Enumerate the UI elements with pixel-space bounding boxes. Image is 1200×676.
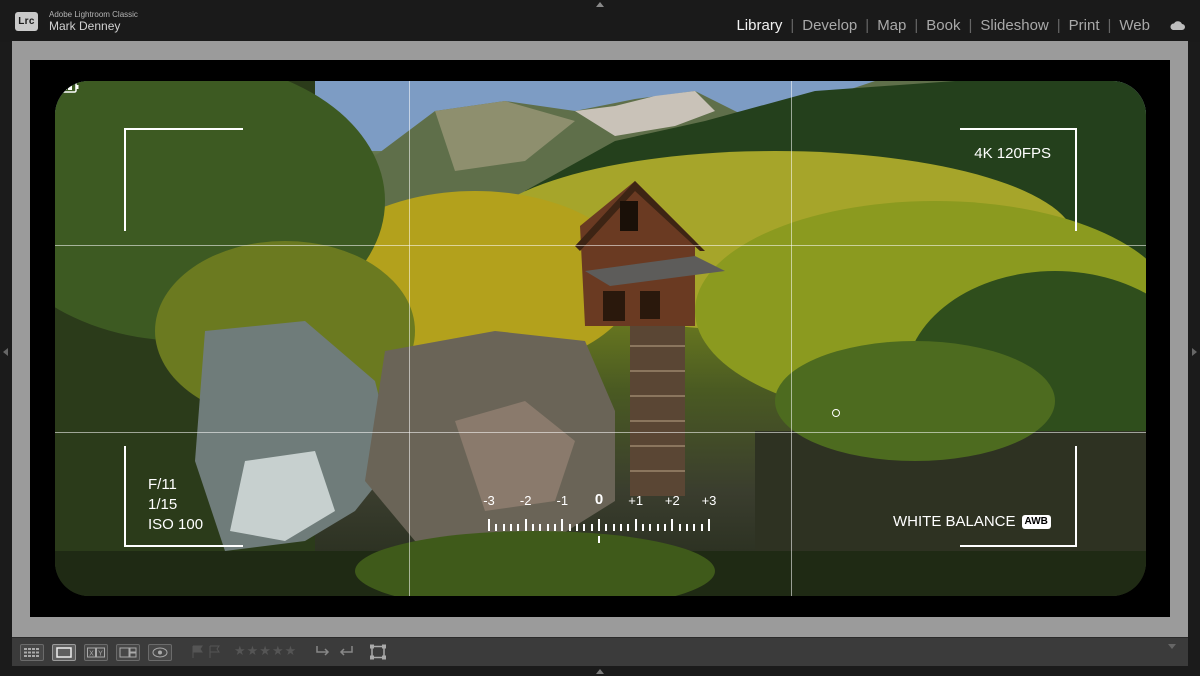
exposure-tick xyxy=(590,524,593,531)
exif-readout: F/11 1/15 ISO 100 xyxy=(148,475,203,535)
survey-view-button[interactable] xyxy=(116,644,140,661)
exposure-tick xyxy=(656,524,659,531)
module-separator: | xyxy=(790,17,795,34)
svg-text:X: X xyxy=(89,651,94,658)
battery-icon xyxy=(55,81,79,93)
people-view-icon xyxy=(152,647,168,658)
module-book[interactable]: Book xyxy=(926,17,960,34)
module-library[interactable]: Library xyxy=(736,17,782,34)
loupe-view-button[interactable] xyxy=(52,644,76,661)
module-separator: | xyxy=(865,17,870,34)
iso-value: ISO 100 xyxy=(148,516,204,533)
rotate-right-icon[interactable] xyxy=(338,644,354,659)
exposure-tick xyxy=(561,519,564,531)
exposure-tick xyxy=(576,524,578,531)
exposure-scale-label: 0 xyxy=(594,491,604,508)
exposure-scale-label: -1 xyxy=(556,493,569,508)
focus-point-icon xyxy=(832,409,840,417)
exposure-tick xyxy=(627,524,630,531)
rating-stars[interactable]: ★★★★★ xyxy=(234,643,297,659)
people-view-button[interactable] xyxy=(148,644,172,661)
user-name: Mark Denney xyxy=(49,19,121,33)
exposure-tick xyxy=(693,524,696,531)
rotate-left-icon[interactable] xyxy=(315,644,331,659)
lightroom-logo: Lrc xyxy=(15,12,38,31)
module-separator: | xyxy=(914,17,919,34)
exposure-indicator xyxy=(598,536,600,543)
exposure-meter: -3 -2 -1 0 +1 +2 +3 xyxy=(479,491,719,547)
exposure-tick xyxy=(583,524,586,531)
module-map[interactable]: Map xyxy=(877,17,906,34)
exposure-tick xyxy=(649,524,652,531)
collapse-filmstrip-icon[interactable] xyxy=(596,669,604,674)
loupe-view-icon xyxy=(56,647,72,658)
exposure-tick xyxy=(546,524,549,531)
compare-view-icon: X Y xyxy=(87,647,105,658)
exposure-tick xyxy=(664,524,666,531)
collapse-top-panel-icon[interactable] xyxy=(596,2,604,7)
exposure-tick xyxy=(524,519,527,531)
compare-view-button[interactable]: X Y xyxy=(84,644,108,661)
module-separator: | xyxy=(1107,17,1112,34)
crop-overlay-icon[interactable] xyxy=(368,643,388,661)
exposure-tick xyxy=(510,524,512,531)
exposure-tick xyxy=(495,524,498,531)
exposure-tick xyxy=(642,524,644,531)
module-web[interactable]: Web xyxy=(1119,17,1150,34)
grid-view-button[interactable] xyxy=(20,644,44,661)
exposure-tick xyxy=(488,519,490,531)
aperture-value: F/11 xyxy=(148,476,177,493)
exposure-tick xyxy=(678,524,681,531)
module-print[interactable]: Print xyxy=(1069,17,1100,34)
module-separator: | xyxy=(968,17,973,34)
exposure-scale-label: -3 xyxy=(483,493,495,508)
exposure-tick xyxy=(700,524,703,531)
collapse-left-panel-icon[interactable] xyxy=(3,348,8,356)
module-develop[interactable]: Develop xyxy=(802,17,857,34)
photo-preview[interactable]: 4K 120FPS F/11 1/15 ISO 100 WHITE BALANC… xyxy=(55,81,1146,596)
awb-badge: AWB xyxy=(1021,514,1051,529)
exposure-tick xyxy=(612,524,615,531)
exposure-tick xyxy=(598,519,600,531)
exposure-tick xyxy=(539,524,542,531)
exposure-tick xyxy=(620,524,622,531)
photo-frame: 4K 120FPS F/11 1/15 ISO 100 WHITE BALANC… xyxy=(30,60,1170,617)
exposure-tick xyxy=(671,519,674,531)
module-slideshow[interactable]: Slideshow xyxy=(980,17,1048,34)
exposure-scale-label: +1 xyxy=(628,493,644,508)
exposure-scale-label: +3 xyxy=(701,493,717,508)
app-name: Adobe Lightroom Classic xyxy=(49,10,138,19)
shutter-value: 1/15 xyxy=(148,496,178,513)
flag-icon[interactable] xyxy=(192,645,204,659)
exposure-scale-label: -2 xyxy=(519,493,532,508)
exposure-tick xyxy=(502,524,505,531)
exposure-tick xyxy=(686,524,688,531)
video-mode-label: 4K 120FPS xyxy=(974,145,1051,162)
survey-view-icon xyxy=(119,647,137,658)
exposure-tick xyxy=(532,524,534,531)
svg-text:Y: Y xyxy=(98,651,103,658)
toolbar-options-icon[interactable] xyxy=(1168,644,1176,649)
collapse-right-panel-icon[interactable] xyxy=(1192,348,1197,356)
exposure-tick xyxy=(708,519,710,531)
grid-view-icon xyxy=(24,648,39,657)
exposure-tick xyxy=(517,524,520,531)
module-bar: Lrc Adobe Lightroom Classic Mark Denney … xyxy=(0,0,1200,42)
exposure-tick xyxy=(554,524,556,531)
module-picker: Library | Develop | Map | Book | Slidesh… xyxy=(736,17,1150,34)
exposure-tick xyxy=(634,519,637,531)
reject-flag-icon[interactable] xyxy=(209,645,221,659)
white-balance-label: WHITE BALANCE xyxy=(893,513,1016,530)
module-separator: | xyxy=(1056,17,1061,34)
exposure-tick xyxy=(568,524,571,531)
exposure-scale-label: +2 xyxy=(664,493,680,508)
library-toolbar: X Y ★★★★★ xyxy=(12,637,1188,666)
exposure-tick xyxy=(605,524,608,531)
white-balance-readout: WHITE BALANCE AWB xyxy=(893,513,1051,530)
cloud-sync-icon[interactable] xyxy=(1169,20,1186,31)
